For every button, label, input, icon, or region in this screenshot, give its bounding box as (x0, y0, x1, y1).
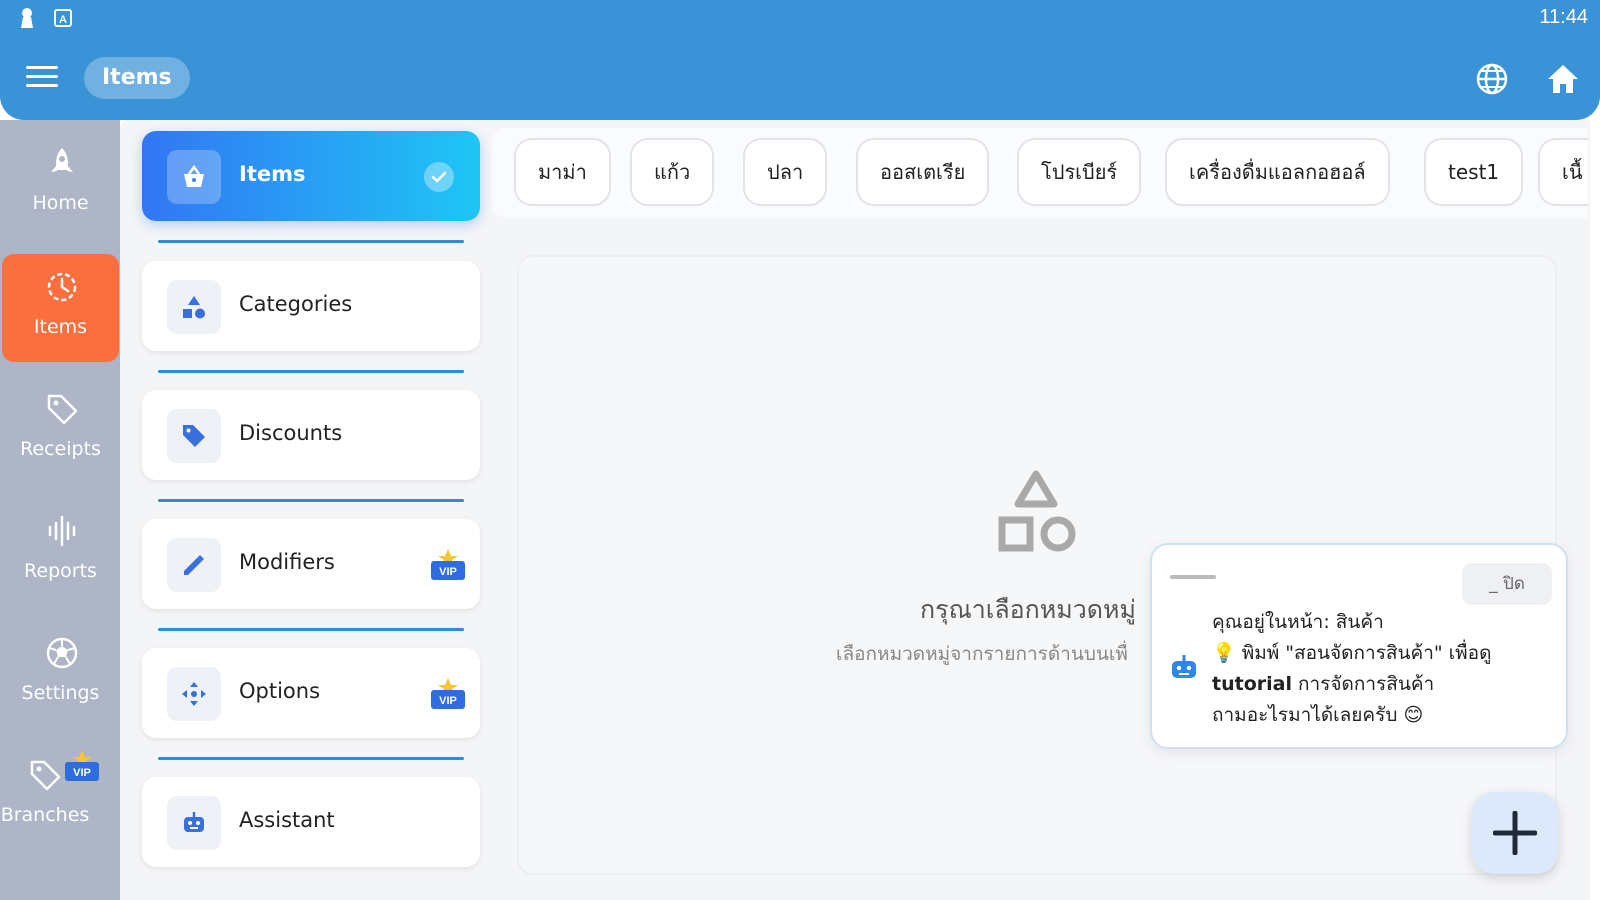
category-chip[interactable]: แก้ว (630, 138, 715, 206)
rail-item-receipts[interactable]: Receipts (2, 376, 119, 484)
drag-handle[interactable] (1170, 575, 1216, 579)
assistant-line: tutorial การจัดการสินค้า (1212, 669, 1562, 700)
svg-text:VIP: VIP (439, 695, 457, 707)
font-a-icon: A (54, 9, 72, 27)
rail-label: Reports (24, 560, 97, 582)
assistant-bubble: _ ปิด คุณอยู่ในหน้า: สินค้า 💡 พิมพ์ "สอน… (1150, 543, 1568, 749)
tag-icon (30, 760, 61, 791)
rail-label: Branches (0, 804, 90, 826)
status-time: 11:44 (1539, 6, 1588, 28)
shapes-icon (998, 470, 1076, 552)
assistant-line: คุณอยู่ในหน้า: สินค้า (1212, 611, 1384, 633)
divider (158, 499, 464, 502)
rail-item-settings[interactable]: Settings (2, 620, 119, 728)
category-chip[interactable]: มาม่า (514, 138, 611, 206)
divider (158, 628, 464, 631)
empty-state-title: กรุณาเลือกหมวดหมู่ (920, 595, 1137, 624)
close-button[interactable]: _ ปิด (1462, 563, 1552, 605)
svg-text:VIP: VIP (439, 566, 457, 578)
menu-card-categories[interactable]: Categories (142, 261, 480, 351)
menu-card-modifiers[interactable]: Modifiers VIP (142, 519, 480, 609)
assistant-message: คุณอยู่ในหน้า: สินค้า 💡 พิมพ์ "สอนจัดการ… (1212, 607, 1562, 731)
shapes-icon (183, 296, 205, 319)
svg-text:A: A (59, 14, 67, 26)
app-bar: A 11:44 Items (0, 0, 1600, 120)
move-arrows-icon (182, 682, 206, 706)
keyhole-icon (21, 8, 33, 28)
status-bar: A 11:44 (0, 0, 1600, 38)
robot-icon (1172, 655, 1196, 678)
svg-text:VIP: VIP (73, 767, 91, 779)
menu-card-label: Options (239, 679, 321, 703)
assistant-line: ถามอะไรมาได้เลยครับ 😊 (1212, 704, 1424, 726)
pencil-icon (184, 555, 204, 575)
vip-badge-icon: VIP (431, 678, 465, 709)
checkmark-icon (424, 162, 454, 192)
assistant-line: 💡 พิมพ์ "สอนจัดการสินค้า" เพื่อดู (1212, 642, 1492, 664)
rail-item-reports[interactable]: Reports (2, 498, 119, 606)
menu-card-label: Modifiers (239, 550, 335, 574)
menu-card-options[interactable]: Options VIP (142, 648, 480, 738)
category-chip[interactable]: ออสเตเรีย (856, 138, 990, 206)
menu-card-label: Assistant (239, 808, 335, 832)
clock-icon (47, 272, 77, 302)
rail-item-branches[interactable]: VIP Branches (0, 742, 102, 850)
rocket-icon (51, 148, 73, 172)
menu-card-assistant[interactable]: Assistant (142, 777, 480, 867)
category-chip[interactable]: เนื้ (1538, 138, 1588, 206)
vip-badge-icon: VIP (65, 750, 99, 781)
divider (158, 240, 464, 243)
basket-icon (184, 164, 204, 187)
category-chip-bar: มาม่า แก้ว ปลา ออสเตเรีย โปรเบียร์ เครื่… (492, 128, 1588, 218)
robot-icon (184, 812, 204, 832)
menu-card-label: Items (239, 162, 306, 186)
tag-icon (47, 394, 78, 425)
price-tag-icon (183, 425, 205, 447)
divider (158, 757, 464, 760)
rail-item-items[interactable]: Items (2, 254, 119, 362)
tutorial-keyword: tutorial (1212, 673, 1292, 695)
nav-rail: Home Items Receipts Reports Settings VIP… (0, 120, 120, 900)
rail-label: Settings (21, 682, 100, 704)
plus-icon (1493, 811, 1537, 855)
vip-badge-icon: VIP (431, 549, 465, 580)
category-chip[interactable]: ปลา (743, 138, 828, 206)
menu-card-discounts[interactable]: Discounts (142, 390, 480, 480)
globe-icon[interactable] (1475, 62, 1509, 96)
menu-card-label: Discounts (239, 421, 343, 445)
menu-card-label: Categories (239, 292, 353, 316)
rail-label: Receipts (20, 438, 101, 460)
add-button[interactable] (1472, 792, 1558, 874)
rail-item-home[interactable]: Home (2, 130, 119, 238)
category-chip[interactable]: โปรเบียร์ (1017, 138, 1142, 206)
divider (158, 370, 464, 373)
hamburger-menu-icon[interactable] (26, 66, 58, 90)
assistant-line-rest: การจัดการสินค้า (1291, 673, 1435, 695)
category-chip[interactable]: เครื่องดื่มแอลกอฮอล์ (1165, 138, 1390, 206)
home-icon[interactable] (1546, 62, 1580, 96)
rail-label: Home (32, 192, 89, 214)
category-chip[interactable]: test1 (1424, 138, 1524, 206)
menu-card-items[interactable]: Items (142, 131, 480, 221)
waveform-icon (48, 515, 76, 547)
page-title: Items (84, 57, 190, 99)
rail-label: Items (33, 316, 88, 338)
empty-state-subtitle: เลือกหมวดหมู่จากรายการด้านบนเพื่ (836, 643, 1128, 665)
soccer-ball-icon (46, 637, 78, 669)
